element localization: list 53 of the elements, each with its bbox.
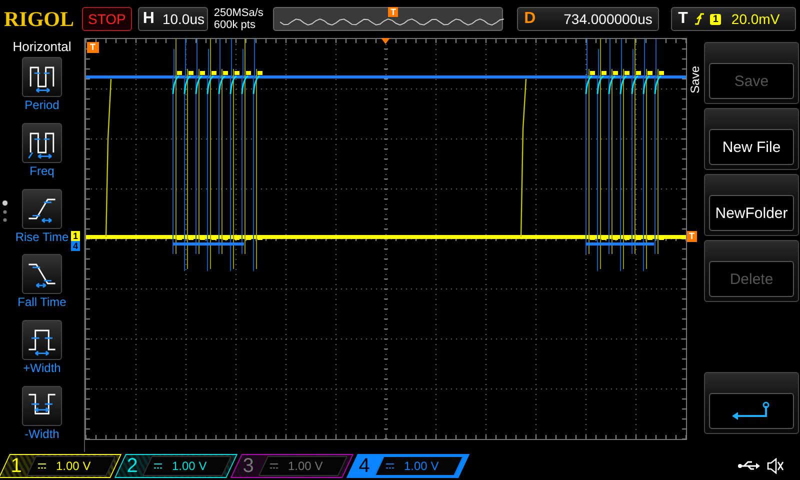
trigger-label: T [678,10,688,28]
run-state-button[interactable]: STOP [82,7,132,31]
brand-logo: RIGOL [4,6,74,32]
measure-label: Freq [30,164,54,178]
channel-number: 1 [11,454,24,478]
channel-number: 3 [243,454,256,478]
scale-button[interactable]: 1.00 V [142,456,232,476]
menu-title: Save [688,66,702,94]
scale-button[interactable]: 1.00 V [26,456,116,476]
measure-label: Period [24,98,60,112]
channel-marker[interactable]: 1 [71,231,80,241]
back-button[interactable] [709,393,794,429]
dc-coupling-icon [38,463,46,469]
sample-rate: 250MSa/s [214,7,264,19]
channel-tab[interactable]: 1 1.00 V [0,454,122,478]
trigger-level: 20.0mV [731,11,780,27]
measure-label: Rise Time [15,230,69,244]
timebase-value: 10.0us [162,11,204,27]
channel-tab[interactable]: 3 1.00 V [230,454,354,478]
trigger-marker: T [388,7,398,17]
dc-coupling-icon [154,463,162,469]
dc-coupling-icon [386,463,394,469]
trigger-arrow-icon [381,38,390,44]
channel-number: 4 [359,454,372,478]
measure-button[interactable] [22,320,62,360]
speaker-muted-icon [766,458,784,474]
measure-button[interactable] [22,254,62,294]
scale-button[interactable]: 1.00 V [258,456,348,476]
softkey-button[interactable]: NewFolder [709,195,794,231]
measure-label: -Width [24,427,60,442]
trigger-source: 1 [710,14,722,24]
measure-button[interactable] [22,122,62,163]
channel-marker[interactable]: 4 [71,241,80,251]
channel-tab[interactable]: 4 1.00 V [346,454,470,478]
timebase-label: H [142,10,154,28]
softkey-button[interactable]: New File [709,129,794,165]
menu-title: Horizontal [12,38,72,56]
measure-button[interactable] [22,386,62,426]
channel-number: 2 [127,454,140,478]
rising-edge-icon [694,12,704,26]
dc-coupling-icon [270,463,278,469]
channel-tab[interactable]: 2 1.00 V [114,454,238,478]
usb-icon [738,460,760,472]
memory-depth: 600k pts [214,19,256,31]
measure-label: +Width [23,361,61,376]
scale-button[interactable]: 1.00 V [374,456,464,476]
page-dots-icon [2,200,8,224]
delay-label: D [524,10,536,28]
measure-button[interactable] [22,57,62,97]
measure-button[interactable] [22,188,62,229]
delay-value: 734.000000us [564,11,652,27]
trigger-position-marker: T [87,42,98,53]
measure-label: Fall Time [18,295,66,310]
